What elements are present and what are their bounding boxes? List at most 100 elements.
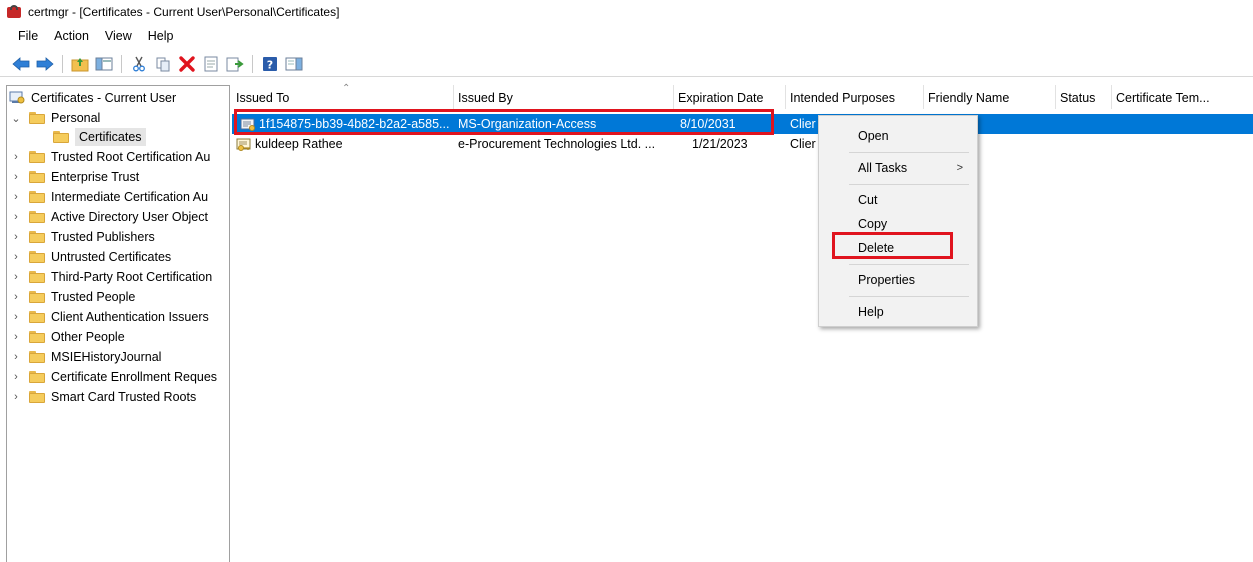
column-intended-purposes[interactable]: Intended Purposes [786, 85, 924, 109]
copy-icon[interactable] [152, 53, 174, 75]
all-tasks-label: All Tasks [858, 161, 908, 175]
cell-issued-to: kuldeep Rathee [236, 134, 454, 154]
tree-item-personal[interactable]: ⌄ Personal [9, 108, 100, 128]
toolbar-separator [252, 54, 253, 73]
tree-item-client-auth-issuers[interactable]: › Client Authentication Issuers [9, 307, 209, 327]
tree-item-certificates[interactable]: Certificates [53, 127, 146, 147]
tree-item-label: Intermediate Certification Au [51, 190, 209, 204]
folder-icon [29, 391, 45, 403]
chevron-right-icon[interactable]: › [9, 330, 23, 344]
properties-icon[interactable] [200, 53, 222, 75]
column-label: Issued To [236, 91, 290, 105]
export-icon[interactable] [224, 53, 246, 75]
chevron-right-icon[interactable]: › [9, 270, 23, 284]
column-issued-by[interactable]: Issued By [454, 85, 674, 109]
chevron-right-icon[interactable]: › [9, 170, 23, 184]
tree-item-label: Certificates [75, 128, 146, 146]
cell-issued-by: MS-Organization-Access [458, 117, 597, 131]
help-icon[interactable]: ? [259, 53, 281, 75]
menu-item-open[interactable]: Open [819, 125, 977, 147]
tree-root[interactable]: Certificates - Current User [9, 88, 176, 108]
folder-icon [29, 291, 45, 303]
tree-item-label: Certificate Enrollment Reques [51, 370, 218, 384]
menu-file[interactable]: File [10, 27, 46, 45]
cut-icon[interactable] [128, 53, 150, 75]
column-label: Status [1060, 91, 1096, 105]
menu-help[interactable]: Help [140, 27, 182, 45]
chevron-down-icon[interactable]: ⌄ [9, 111, 23, 125]
folder-icon [53, 131, 69, 143]
sort-up-icon: ⌃ [342, 83, 351, 94]
folder-icon [29, 271, 45, 283]
table-row[interactable]: 1f154875-bb39-4b82-b2a2-a585... MS-Organ… [232, 114, 1253, 134]
menu-view[interactable]: View [97, 27, 140, 45]
chevron-right-icon[interactable]: › [9, 230, 23, 244]
menu-separator [849, 152, 969, 153]
delete-icon[interactable] [176, 53, 198, 75]
menu-item-cut[interactable]: Cut [819, 189, 977, 211]
column-friendly-name[interactable]: Friendly Name [924, 85, 1056, 109]
folder-icon [29, 351, 45, 363]
list-header: ⌃ Issued To Issued By Expiration Date In… [232, 83, 1253, 109]
cell-purposes: Clier [790, 117, 816, 131]
tree-item-trusted-publishers[interactable]: › Trusted Publishers [9, 227, 155, 247]
tree-item-label: Personal [51, 111, 101, 125]
menu-item-help[interactable]: Help [819, 301, 977, 323]
menu-item-copy[interactable]: Copy [819, 213, 977, 235]
issued-to-text: 1f154875-bb39-4b82-b2a2-a585... [259, 117, 450, 131]
chevron-right-icon[interactable]: › [9, 290, 23, 304]
chevron-right-icon[interactable]: › [9, 210, 23, 224]
chevron-right-icon[interactable]: › [9, 250, 23, 264]
show-hide-tree-icon[interactable] [93, 53, 115, 75]
certificates-store-icon [9, 91, 25, 105]
cell-issued-to: 1f154875-bb39-4b82-b2a2-a585... [240, 114, 454, 134]
issued-to-text: kuldeep Rathee [255, 137, 343, 151]
tree-item-untrusted[interactable]: › Untrusted Certificates [9, 247, 171, 267]
column-status[interactable]: Status [1056, 85, 1112, 109]
cell-expiration: 8/10/2031 [680, 117, 736, 131]
context-menu: Open All Tasks > Cut Copy Delete Propert… [818, 115, 978, 327]
tree-item-smart-card-roots[interactable]: › Smart Card Trusted Roots [9, 387, 196, 407]
toolbar-separator [62, 54, 63, 73]
tree-item-other-people[interactable]: › Other People [9, 327, 125, 347]
up-folder-icon[interactable] [69, 53, 91, 75]
column-label: Issued By [458, 91, 513, 105]
tree-item-label: Active Directory User Object [51, 210, 208, 224]
column-expiration-date[interactable]: Expiration Date [674, 85, 786, 109]
tree-item-msie-history[interactable]: › MSIEHistoryJournal [9, 347, 161, 367]
column-issued-to[interactable]: ⌃ Issued To [232, 83, 454, 109]
tree-item-third-party-root[interactable]: › Third-Party Root Certification [9, 267, 212, 287]
action-pane-icon[interactable] [283, 53, 305, 75]
chevron-right-icon[interactable]: › [9, 350, 23, 364]
console-tree: Certificates - Current User ⌄ Personal C… [6, 85, 230, 562]
tree-item-enrollment-requests[interactable]: › Certificate Enrollment Reques [9, 367, 217, 387]
column-certificate-template[interactable]: Certificate Tem... [1112, 85, 1232, 109]
tree-item-trusted-root[interactable]: › Trusted Root Certification Au [9, 147, 210, 167]
forward-icon[interactable] [34, 53, 56, 75]
tree-item-enterprise-trust[interactable]: › Enterprise Trust [9, 167, 139, 187]
menu-bar: File Action View Help [0, 26, 182, 46]
tree-root-label: Certificates - Current User [31, 91, 177, 105]
menu-action[interactable]: Action [46, 27, 97, 45]
chevron-right-icon[interactable]: › [9, 370, 23, 384]
back-icon[interactable] [10, 53, 32, 75]
toolbar-separator [121, 54, 122, 73]
menu-separator [849, 264, 969, 265]
chevron-right-icon[interactable]: › [9, 310, 23, 324]
chevron-right-icon[interactable]: › [9, 190, 23, 204]
folder-icon [29, 151, 45, 163]
chevron-right-icon[interactable]: › [9, 390, 23, 404]
menu-item-properties[interactable]: Properties [819, 269, 977, 291]
tree-item-label: Untrusted Certificates [51, 250, 172, 264]
chevron-right-icon[interactable]: › [9, 150, 23, 164]
tree-item-trusted-people[interactable]: › Trusted People [9, 287, 135, 307]
menu-item-all-tasks[interactable]: All Tasks > [819, 157, 977, 179]
tree-item-active-directory[interactable]: › Active Directory User Object [9, 207, 208, 227]
folder-icon [29, 251, 45, 263]
tree-item-intermediate[interactable]: › Intermediate Certification Au [9, 187, 208, 207]
certificate-list: ⌃ Issued To Issued By Expiration Date In… [232, 83, 1253, 562]
tree-item-label: Trusted People [51, 290, 136, 304]
table-row[interactable]: kuldeep Rathee e-Procurement Technologie… [232, 134, 1253, 154]
menu-item-delete[interactable]: Delete [819, 237, 977, 259]
folder-icon [29, 371, 45, 383]
